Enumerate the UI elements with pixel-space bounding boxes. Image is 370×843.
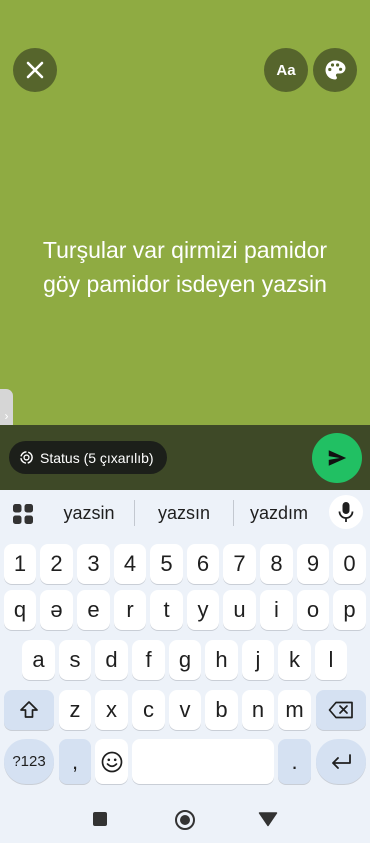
comma-key[interactable]: ,	[59, 739, 91, 784]
key-x[interactable]: x	[95, 690, 128, 730]
key-o[interactable]: o	[297, 590, 329, 630]
key-t[interactable]: t	[150, 590, 183, 630]
key-m[interactable]: m	[278, 690, 311, 730]
backspace-key[interactable]	[316, 690, 366, 730]
triangle-down-icon	[258, 812, 278, 827]
color-palette-button[interactable]	[313, 48, 357, 92]
status-canvas[interactable]: Aa Turşular var qirmizi pamidor göy pami…	[0, 0, 370, 443]
status-text[interactable]: Turşular var qirmizi pamidor göy pamidor…	[20, 233, 350, 301]
key-q[interactable]: q	[4, 590, 36, 630]
send-icon	[328, 450, 347, 466]
key-j[interactable]: j	[242, 640, 274, 680]
key-5[interactable]: 5	[150, 544, 183, 584]
send-button[interactable]	[312, 433, 362, 483]
period-key[interactable]: .	[278, 739, 311, 784]
backspace-icon	[328, 701, 353, 719]
home-circle-icon	[175, 810, 195, 830]
close-button[interactable]	[13, 48, 57, 92]
back-button[interactable]	[257, 810, 279, 828]
status-audience-button[interactable]: Status (5 çıxarılıb)	[9, 441, 167, 474]
key-schwa[interactable]: ə	[40, 590, 73, 630]
home-button[interactable]	[173, 808, 197, 832]
microphone-icon	[338, 502, 354, 522]
key-u[interactable]: u	[223, 590, 256, 630]
key-3[interactable]: 3	[77, 544, 110, 584]
chevron-right-icon: ›	[4, 409, 9, 423]
suggestion-divider	[134, 500, 135, 526]
enter-key[interactable]	[316, 739, 366, 784]
recents-button[interactable]	[90, 809, 110, 829]
key-r[interactable]: r	[114, 590, 146, 630]
key-8[interactable]: 8	[260, 544, 293, 584]
key-2[interactable]: 2	[40, 544, 73, 584]
key-e[interactable]: e	[77, 590, 110, 630]
compose-bar: Status (5 çıxarılıb)	[0, 425, 370, 490]
key-n[interactable]: n	[242, 690, 274, 730]
symbols-key[interactable]: ?123	[4, 739, 54, 784]
status-audience-label: Status (5 çıxarılıb)	[40, 449, 154, 466]
status-ring-icon	[20, 451, 33, 464]
key-b[interactable]: b	[205, 690, 238, 730]
font-style-label: Aa	[276, 61, 296, 79]
key-z[interactable]: z	[59, 690, 91, 730]
key-g[interactable]: g	[169, 640, 201, 680]
emoji-icon	[101, 751, 122, 772]
shift-icon	[20, 701, 38, 718]
key-6[interactable]: 6	[187, 544, 219, 584]
system-navigation-bar	[0, 796, 370, 843]
font-style-button[interactable]: Aa	[264, 48, 308, 92]
key-k[interactable]: k	[278, 640, 311, 680]
key-9[interactable]: 9	[297, 544, 329, 584]
key-l[interactable]: l	[315, 640, 347, 680]
key-v[interactable]: v	[169, 690, 201, 730]
key-y[interactable]: y	[187, 590, 219, 630]
enter-icon	[332, 753, 351, 769]
square-icon	[93, 812, 107, 826]
keyboard: yazsin yazsın yazdım 1 2 3 4 5 6 7 8 9 0…	[0, 490, 370, 843]
suggestion-2[interactable]: yazsın	[140, 502, 228, 524]
key-i[interactable]: i	[260, 590, 293, 630]
suggestion-strip: yazsin yazsın yazdım	[0, 490, 370, 536]
emoji-key[interactable]	[95, 739, 128, 784]
keyboard-menu-button[interactable]	[12, 503, 34, 530]
key-1[interactable]: 1	[4, 544, 36, 584]
key-h[interactable]: h	[205, 640, 238, 680]
key-4[interactable]: 4	[114, 544, 146, 584]
key-d[interactable]: d	[95, 640, 128, 680]
shift-key[interactable]	[4, 690, 54, 730]
key-c[interactable]: c	[132, 690, 165, 730]
suggestion-3[interactable]: yazdım	[238, 502, 320, 524]
key-s[interactable]: s	[59, 640, 91, 680]
space-key[interactable]	[132, 739, 274, 784]
key-0[interactable]: 0	[333, 544, 366, 584]
apps-grid-icon	[13, 504, 33, 524]
close-icon	[26, 61, 44, 79]
suggestion-divider	[233, 500, 234, 526]
key-f[interactable]: f	[132, 640, 165, 680]
voice-input-button[interactable]	[329, 495, 363, 529]
key-7[interactable]: 7	[223, 544, 256, 584]
key-p[interactable]: p	[333, 590, 366, 630]
suggestion-1[interactable]: yazsin	[48, 502, 130, 524]
palette-icon	[325, 60, 346, 80]
key-a[interactable]: a	[22, 640, 55, 680]
